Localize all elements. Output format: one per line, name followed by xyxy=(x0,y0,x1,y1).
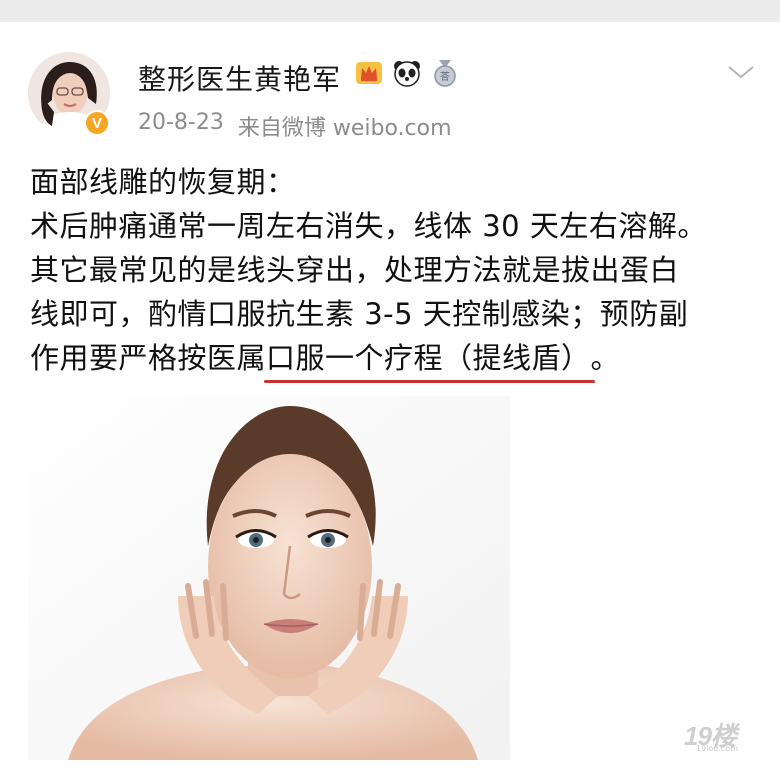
verified-badge-icon: V xyxy=(84,110,110,136)
post-line-last: 作用要严格按医属口服一个疗程（提线盾）。 xyxy=(30,336,754,383)
medal-icon: 荅 xyxy=(434,60,456,87)
watermark-subtext: 19lou.com xyxy=(696,744,738,753)
post-image[interactable] xyxy=(28,396,510,760)
svg-text:荅: 荅 xyxy=(440,70,450,83)
highlighted-text: 口服一个疗程（提线盾） xyxy=(264,336,595,383)
post-line: 术后肿痛通常一周左右消失，线体 30 天左右溶解。 xyxy=(30,209,707,243)
post-line: 其它最常见的是线头穿出，处理方法就是拔出蛋白 xyxy=(30,253,680,287)
crown-icon xyxy=(356,62,382,84)
author-name[interactable]: 整形医生黄艳军 xyxy=(138,58,341,98)
post-line: 线即可，酌情口服抗生素 3-5 天控制感染；预防副 xyxy=(30,297,689,331)
post-line-prefix: 作用要严格按医属 xyxy=(30,341,267,375)
post-meta: 20-8-23 来自微博 weibo.com xyxy=(138,110,452,142)
post-source[interactable]: 来自微博 weibo.com xyxy=(238,110,452,142)
chevron-down-icon[interactable] xyxy=(726,62,756,82)
top-bar xyxy=(0,0,780,22)
panda-icon xyxy=(394,61,420,87)
post-line-suffix: 。 xyxy=(590,341,621,375)
post-content: 面部线雕的恢复期： 术后肿痛通常一周左右消失，线体 30 天左右溶解。 其它最常… xyxy=(30,160,754,383)
post-date: 20-8-23 xyxy=(138,110,224,135)
user-badges: 荅 xyxy=(354,58,460,88)
post-line: 面部线雕的恢复期： xyxy=(30,165,296,199)
face-photo xyxy=(28,396,510,760)
